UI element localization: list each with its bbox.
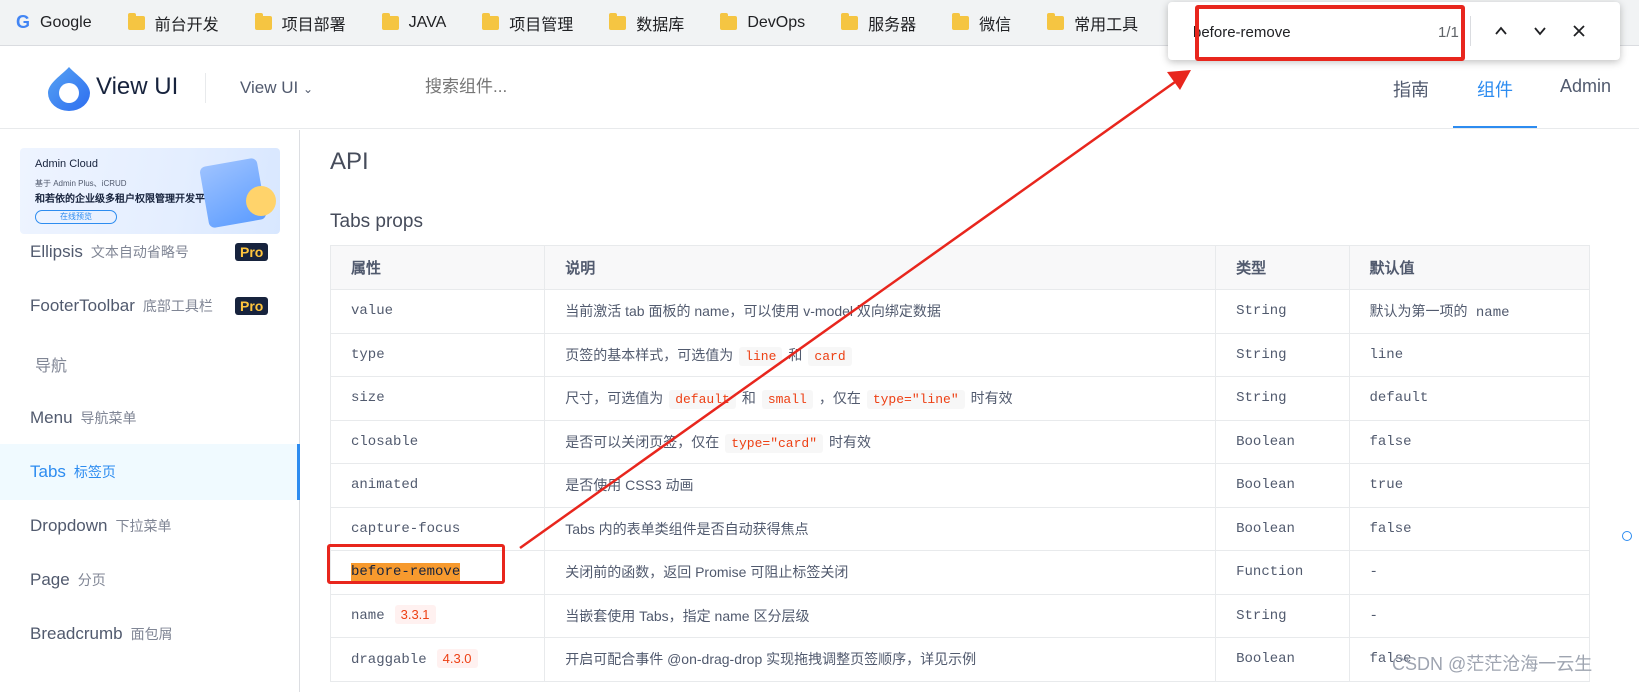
scroll-handle[interactable] bbox=[1622, 531, 1632, 541]
watermark: CSDN @茫茫沧海一云生 bbox=[1392, 654, 1593, 674]
annotation-arrow-icon bbox=[519, 70, 1191, 550]
